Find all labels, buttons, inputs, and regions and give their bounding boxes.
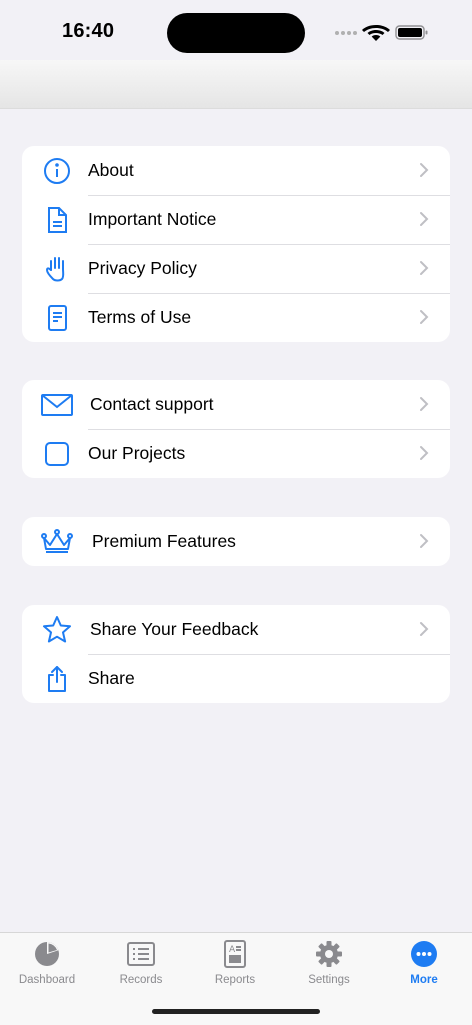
settings-group-share: Share Your Feedback Share — [22, 605, 450, 703]
row-label: Share — [88, 668, 135, 688]
tab-records[interactable]: Records — [94, 939, 188, 993]
share-icon — [40, 662, 74, 696]
navigation-header — [0, 60, 472, 109]
row-privacy-policy[interactable]: Privacy Policy — [22, 244, 450, 293]
row-label: About — [88, 160, 134, 180]
svg-text:A: A — [229, 945, 236, 955]
settings-group-info: About Important Notice Privacy Policy Te… — [22, 146, 450, 342]
document-icon — [40, 203, 74, 237]
square-icon — [40, 437, 74, 471]
wifi-icon — [362, 25, 390, 41]
tab-label: Reports — [214, 974, 256, 986]
tab-settings[interactable]: Settings — [282, 939, 376, 993]
row-label: Privacy Policy — [88, 258, 197, 278]
info-icon — [40, 154, 74, 188]
list-icon — [126, 939, 156, 969]
dynamic-island — [167, 13, 305, 53]
cellular-signal-icon — [335, 31, 357, 35]
home-indicator[interactable] — [152, 1009, 320, 1014]
settings-group-premium: Premium Features — [22, 517, 450, 566]
star-icon — [40, 613, 74, 647]
tab-dashboard[interactable]: Dashboard — [0, 939, 94, 993]
row-important-notice[interactable]: Important Notice — [22, 195, 450, 244]
row-share-feedback[interactable]: Share Your Feedback — [22, 605, 450, 654]
row-label: Important Notice — [88, 209, 217, 229]
row-label: Share Your Feedback — [90, 619, 259, 639]
settings-group-support: Contact support Our Projects — [22, 380, 450, 478]
battery-icon — [395, 25, 428, 40]
envelope-icon — [38, 388, 76, 422]
doc-text-icon — [40, 301, 74, 335]
report-icon: A — [220, 939, 250, 969]
hand-icon — [40, 252, 74, 286]
row-terms-of-use[interactable]: Terms of Use — [22, 293, 450, 342]
status-time: 16:40 — [62, 20, 115, 42]
row-label: Contact support — [90, 394, 214, 414]
gear-icon — [314, 939, 344, 969]
tab-label: Records — [119, 974, 163, 986]
row-label: Premium Features — [92, 531, 236, 551]
status-bar: 16:40 — [0, 0, 472, 60]
row-contact-support[interactable]: Contact support — [22, 380, 450, 429]
chevron-right-icon — [420, 163, 429, 177]
status-icons — [334, 22, 432, 42]
tab-label: Dashboard — [18, 974, 76, 986]
chevron-right-icon — [420, 397, 429, 411]
pie-chart-icon — [32, 939, 62, 969]
more-icon — [409, 939, 439, 969]
tab-label: Settings — [308, 974, 350, 986]
chevron-right-icon — [420, 622, 429, 636]
chevron-right-icon — [420, 212, 429, 226]
chevron-right-icon — [420, 310, 429, 324]
row-our-projects[interactable]: Our Projects — [22, 429, 450, 478]
row-share[interactable]: Share — [22, 654, 450, 703]
row-about[interactable]: About — [22, 146, 450, 195]
row-label: Our Projects — [88, 443, 186, 463]
tab-reports[interactable]: A Reports — [188, 939, 282, 993]
chevron-right-icon — [420, 534, 429, 548]
crown-icon — [38, 525, 76, 559]
row-premium-features[interactable]: Premium Features — [22, 517, 450, 566]
row-label: Terms of Use — [88, 307, 192, 327]
tab-more[interactable]: More — [377, 939, 471, 993]
chevron-right-icon — [420, 446, 429, 460]
chevron-right-icon — [420, 261, 429, 275]
tab-label: More — [410, 974, 438, 986]
